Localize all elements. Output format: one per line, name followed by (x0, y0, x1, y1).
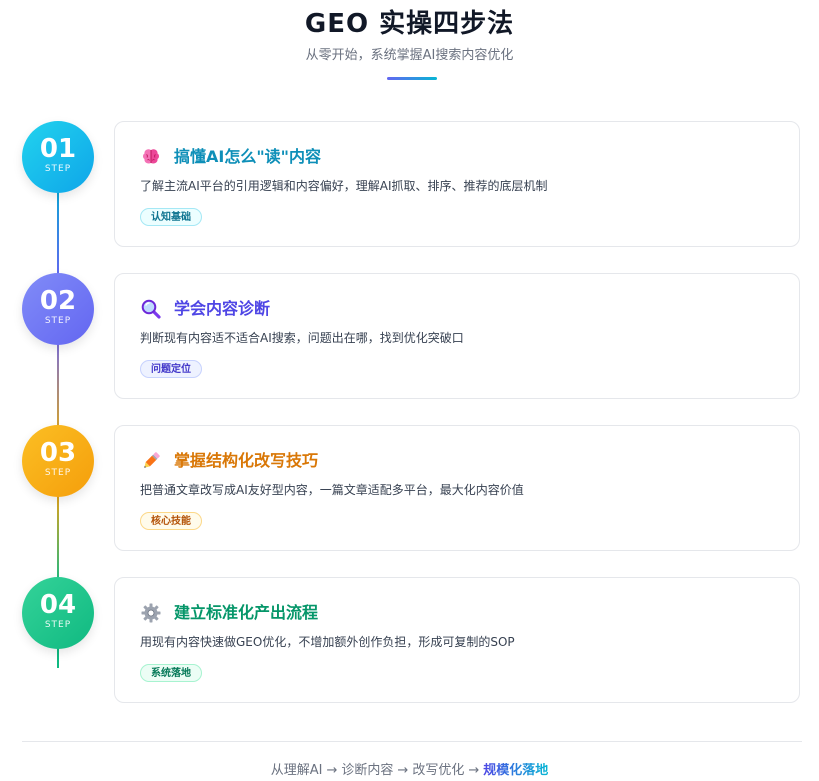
step-tag: 系统落地 (140, 664, 202, 682)
brain-icon (140, 146, 162, 168)
footer-flow: 从理解AI → 诊断内容 → 改写优化 → 规模化落地 (0, 762, 819, 780)
flow-item: 诊断内容 (341, 763, 394, 778)
step-number: 02 (39, 286, 77, 316)
flow-final-item: 规模化落地 (483, 763, 549, 778)
step-badge-2: 02 STEP (22, 273, 94, 345)
footer-divider (22, 741, 802, 742)
step-description: 了解主流AI平台的引用逻辑和内容偏好，理解AI抓取、排序、推荐的底层机制 (140, 179, 548, 193)
magnifier-icon (140, 298, 162, 320)
step-title: 搞懂AI怎么"读"内容 (174, 147, 322, 166)
step-tag: 认知基础 (140, 208, 202, 226)
step-label: STEP (44, 164, 72, 174)
step-number: 04 (39, 590, 77, 620)
timeline-connector (57, 190, 59, 278)
timeline-connector (57, 494, 59, 582)
step-card-header: 建立标准化产出流程 (140, 602, 318, 624)
pencil-icon (140, 450, 162, 472)
step-badge-4: 04 STEP (22, 577, 94, 649)
step-badge-1: 01 STEP (22, 121, 94, 193)
step-tag: 问题定位 (140, 360, 202, 378)
flow-item: 从理解AI (270, 763, 323, 778)
page-title: GEO 实操四步法 (304, 9, 515, 39)
step-description: 把普通文章改写成AI友好型内容，一篇文章适配多平台，最大化内容价值 (140, 483, 524, 497)
step-label: STEP (44, 620, 72, 630)
step-card-header: 搞懂AI怎么"读"内容 (140, 146, 321, 168)
arrow-right-icon: → (397, 763, 409, 778)
step-number: 03 (39, 438, 77, 468)
timeline-connector (57, 342, 59, 430)
step-description: 用现有内容快速做GEO优化，不增加额外创作负担，形成可复制的SOP (140, 635, 515, 649)
arrow-right-icon: → (468, 763, 480, 778)
step-title: 学会内容诊断 (174, 299, 271, 318)
step-badge-3: 03 STEP (22, 425, 94, 497)
step-card-4: 建立标准化产出流程 用现有内容快速做GEO优化，不增加额外创作负担，形成可复制的… (114, 577, 800, 703)
step-card-2: 学会内容诊断 判断现有内容适不适合AI搜索，问题出在哪，找到优化突破口 问题定位 (114, 273, 800, 399)
step-tag: 核心技能 (140, 512, 202, 530)
title-underline (387, 77, 437, 80)
arrow-right-icon: → (326, 763, 338, 778)
gear-icon (140, 602, 162, 624)
step-number: 01 (39, 134, 77, 164)
step-label: STEP (44, 316, 72, 326)
step-title: 掌握结构化改写技巧 (174, 451, 319, 470)
step-label: STEP (44, 468, 72, 478)
step-card-3: 掌握结构化改写技巧 把普通文章改写成AI友好型内容，一篇文章适配多平台，最大化内… (114, 425, 800, 551)
step-description: 判断现有内容适不适合AI搜索，问题出在哪，找到优化突破口 (140, 331, 464, 345)
step-card-header: 掌握结构化改写技巧 (140, 450, 318, 472)
step-title: 建立标准化产出流程 (174, 603, 319, 622)
page-subtitle: 从零开始，系统掌握AI搜索内容优化 (305, 48, 514, 63)
step-card-header: 学会内容诊断 (140, 298, 270, 320)
page: GEO 实操四步法 从零开始，系统掌握AI搜索内容优化 01 STEP 搞懂AI… (0, 0, 819, 781)
step-card-1: 搞懂AI怎么"读"内容 了解主流AI平台的引用逻辑和内容偏好，理解AI抓取、排序… (114, 121, 800, 247)
flow-item: 改写优化 (412, 763, 465, 778)
timeline-connector (57, 646, 59, 668)
